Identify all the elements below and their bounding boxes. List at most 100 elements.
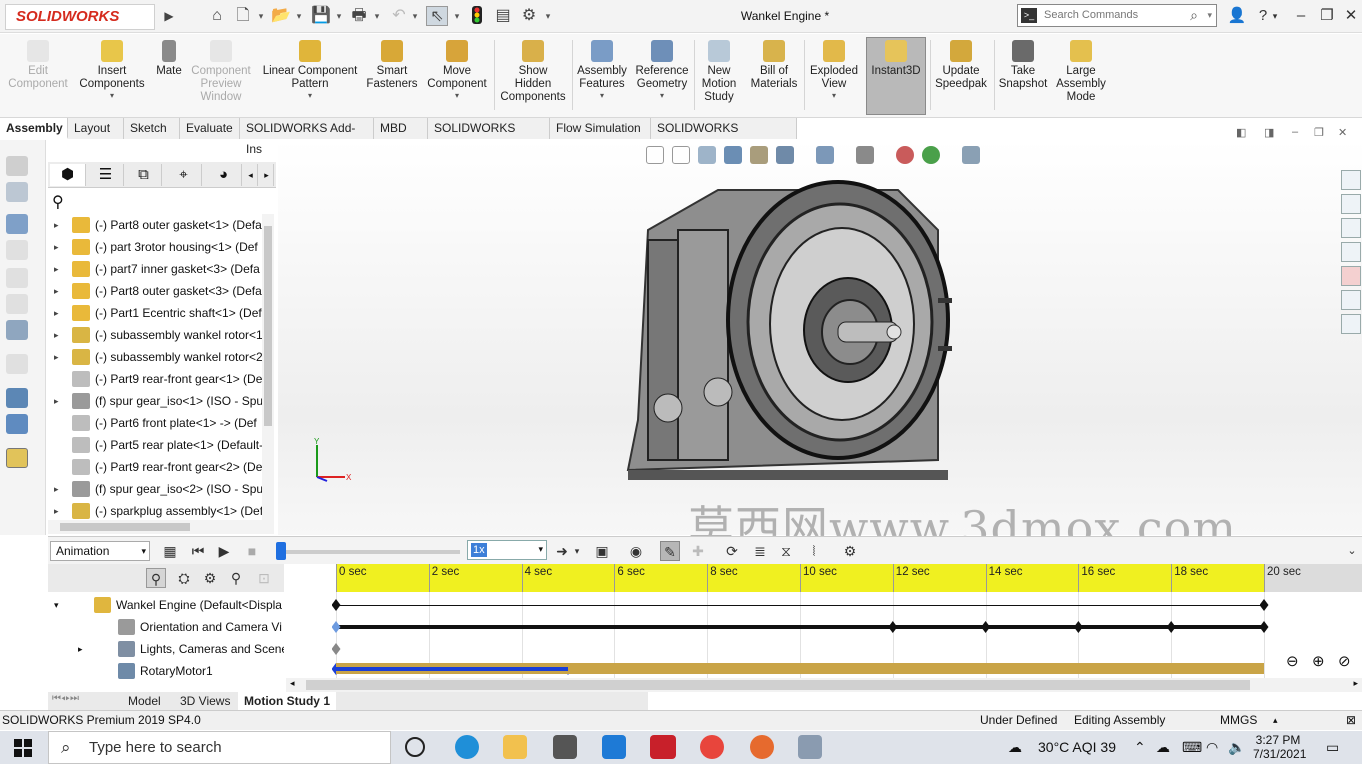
windows-start-icon[interactable]: [14, 739, 32, 757]
weather-readout[interactable]: 30°C AQI 39: [1038, 731, 1116, 764]
tab-layout[interactable]: Layout: [68, 118, 124, 139]
solidworks-logo[interactable]: SOLIDWORKS: [5, 4, 155, 30]
new-motion-study-button[interactable]: New Motion Study: [696, 38, 742, 114]
wifi-icon[interactable]: ◠: [1206, 731, 1218, 764]
motion-tree-item[interactable]: Orientation and Camera Vi: [48, 616, 284, 638]
filter-results-icon[interactable]: ⚲: [226, 568, 246, 588]
expand-arrow-icon[interactable]: ▸: [54, 236, 59, 258]
orientation-keypoint[interactable]: [981, 621, 991, 633]
weather-cloud-icon[interactable]: ☁: [1008, 731, 1022, 764]
tree-item[interactable]: ▸ (-) part 3rotor housing<1> (Def: [48, 236, 262, 258]
search-commands-input[interactable]: >_ Search Commands ⌕ ▾: [1017, 4, 1217, 27]
tree-item[interactable]: (-) Part9 rear-front gear<2> (De: [48, 456, 262, 478]
user-account-icon[interactable]: 👤: [1226, 6, 1248, 26]
tree-horizontal-scrollbar[interactable]: [48, 520, 274, 534]
tree-vertical-scrollbar[interactable]: [262, 214, 274, 520]
section-view-icon[interactable]: [724, 146, 742, 164]
disabled-tool-icon[interactable]: [6, 268, 28, 288]
dimxpert-tab-icon[interactable]: ⌖: [166, 164, 202, 186]
playback-mode-arrow-icon[interactable]: ➜: [552, 541, 572, 561]
scroll-thumb[interactable]: [306, 680, 1250, 690]
file-properties-icon[interactable]: ▤: [492, 6, 514, 26]
viewport-close-icon[interactable]: ✕: [1338, 126, 1347, 139]
tab-evaluate[interactable]: Evaluate: [180, 118, 240, 139]
play-icon[interactable]: ▶: [214, 541, 234, 561]
tab-model[interactable]: Model: [122, 692, 167, 710]
new-document-icon[interactable]: 🗋: [232, 6, 254, 26]
viewport-minimize-icon[interactable]: –: [1292, 126, 1298, 138]
select-dropdown-icon[interactable]: ▾: [452, 6, 462, 26]
expand-arrow-icon[interactable]: ▸: [78, 638, 83, 660]
apply-scene-icon[interactable]: [922, 146, 940, 164]
taskbar-clock[interactable]: 3:27 PM 7/31/2021: [1253, 733, 1306, 761]
study-type-select[interactable]: Animation ▾: [50, 541, 150, 561]
tab-flow-simulation[interactable]: Flow Simulation: [550, 118, 651, 139]
tab-solidworks-cam[interactable]: SOLIDWORKS CAM: [428, 118, 550, 156]
orientation-track[interactable]: [336, 625, 1264, 629]
filter-funnel-icon[interactable]: ⚲: [52, 192, 64, 212]
configuration-manager-tab-icon[interactable]: ⧉: [126, 164, 162, 186]
tray-expand-icon[interactable]: ⌃: [1134, 731, 1146, 764]
taskbar-search-box[interactable]: ⌕ Type here to search: [48, 731, 391, 764]
panel-right-icon[interactable]: ◨: [1264, 126, 1274, 139]
assembly-keypoint[interactable]: [1259, 599, 1269, 611]
filter-disabled-icon[interactable]: ⊡: [254, 568, 274, 588]
zoom-in-timeline-icon[interactable]: ⊕: [1312, 652, 1325, 670]
zoom-to-area-icon[interactable]: [672, 146, 690, 164]
help-dropdown-icon[interactable]: ▾: [1270, 6, 1280, 26]
tab-solidworks-inspection[interactable]: SOLIDWORKS Inspection: [651, 118, 797, 156]
filter-animated-icon[interactable]: ⚲: [146, 568, 166, 588]
orientation-keypoint[interactable]: [888, 621, 898, 633]
contact-icon[interactable]: ⧖: [776, 541, 796, 561]
property-manager-tab-icon[interactable]: ☰: [88, 164, 124, 186]
file-explorer-icon[interactable]: [503, 735, 527, 759]
calculate-icon[interactable]: ▦: [160, 541, 180, 561]
tree-item[interactable]: ▸ (-) subassembly wankel rotor<2: [48, 346, 262, 368]
scroll-left-icon[interactable]: ◂: [290, 678, 295, 689]
tree-item[interactable]: ▸ (-) Part8 outer gasket<1> (Defa: [48, 214, 262, 236]
tab-sketch[interactable]: Sketch: [124, 118, 180, 139]
smart-fasteners-button[interactable]: Smart Fasteners: [366, 38, 418, 114]
design-library-icon[interactable]: [1341, 194, 1361, 214]
appearances-scenes-icon[interactable]: [1341, 266, 1361, 286]
save-dropdown-icon[interactable]: ▾: [334, 6, 344, 26]
solidworks-forum-icon[interactable]: [1341, 314, 1361, 334]
display-style-icon[interactable]: [816, 146, 834, 164]
disabled-tool-icon[interactable]: [6, 354, 28, 374]
component-preview-window-button[interactable]: Component Preview Window: [188, 38, 254, 114]
onedrive-icon[interactable]: ☁: [1156, 731, 1170, 764]
zoom-out-timeline-icon[interactable]: ⊖: [1286, 652, 1299, 670]
zoom-fit-timeline-icon[interactable]: ⊘: [1338, 652, 1351, 670]
stop-icon[interactable]: ■: [242, 541, 262, 561]
edge-browser-icon[interactable]: [455, 735, 479, 759]
undo-dropdown-icon[interactable]: ▾: [410, 6, 420, 26]
scroll-thumb[interactable]: [60, 523, 190, 531]
filter-selected-icon[interactable]: ⚙: [200, 568, 220, 588]
playback-speed-select[interactable]: 1x ▾: [467, 540, 547, 560]
search-dropdown-icon[interactable]: ▾: [1207, 5, 1212, 26]
tree-item[interactable]: ▸ (-) Part8 outer gasket<3> (Defa: [48, 280, 262, 302]
assembly-track[interactable]: [336, 605, 1264, 606]
tree-item[interactable]: ▸ (f) spur gear_iso<2> (ISO - Spur: [48, 478, 262, 500]
autokey-icon[interactable]: ✎: [660, 541, 680, 561]
open-dropdown-icon[interactable]: ▾: [294, 6, 304, 26]
microsoft-store-icon[interactable]: [553, 735, 577, 759]
hide-show-items-icon[interactable]: [856, 146, 874, 164]
hide-show-icon[interactable]: [6, 156, 28, 176]
scroll-right-icon[interactable]: ▸: [1353, 678, 1358, 689]
volume-icon[interactable]: 🔈: [1228, 731, 1245, 764]
curve-tool-icon[interactable]: [6, 414, 28, 434]
expand-arrow-icon[interactable]: ▸: [54, 302, 59, 324]
expand-arrow-icon[interactable]: ▸: [54, 324, 59, 346]
expand-arrow-icon[interactable]: ▸: [54, 258, 59, 280]
tree-item[interactable]: ▸ (-) part7 inner gasket<3> (Defa: [48, 258, 262, 280]
task-view-icon[interactable]: [405, 737, 425, 757]
undo-icon[interactable]: ↶: [388, 6, 410, 26]
units-dropdown-icon[interactable]: ▴: [1273, 711, 1278, 730]
feature-manager-tab-icon[interactable]: ⬢: [50, 164, 86, 186]
close-window-icon[interactable]: ✕: [1340, 6, 1362, 26]
select-pointer-icon[interactable]: ⇖: [426, 6, 448, 26]
custom-properties-icon[interactable]: [1341, 290, 1361, 310]
orientation-keypoint[interactable]: [1259, 621, 1269, 633]
timeline-ruler[interactable]: 0 sec 2 sec 4 sec 6 sec 8 sec 10 sec 12 sec 14 …: [336, 564, 1362, 592]
